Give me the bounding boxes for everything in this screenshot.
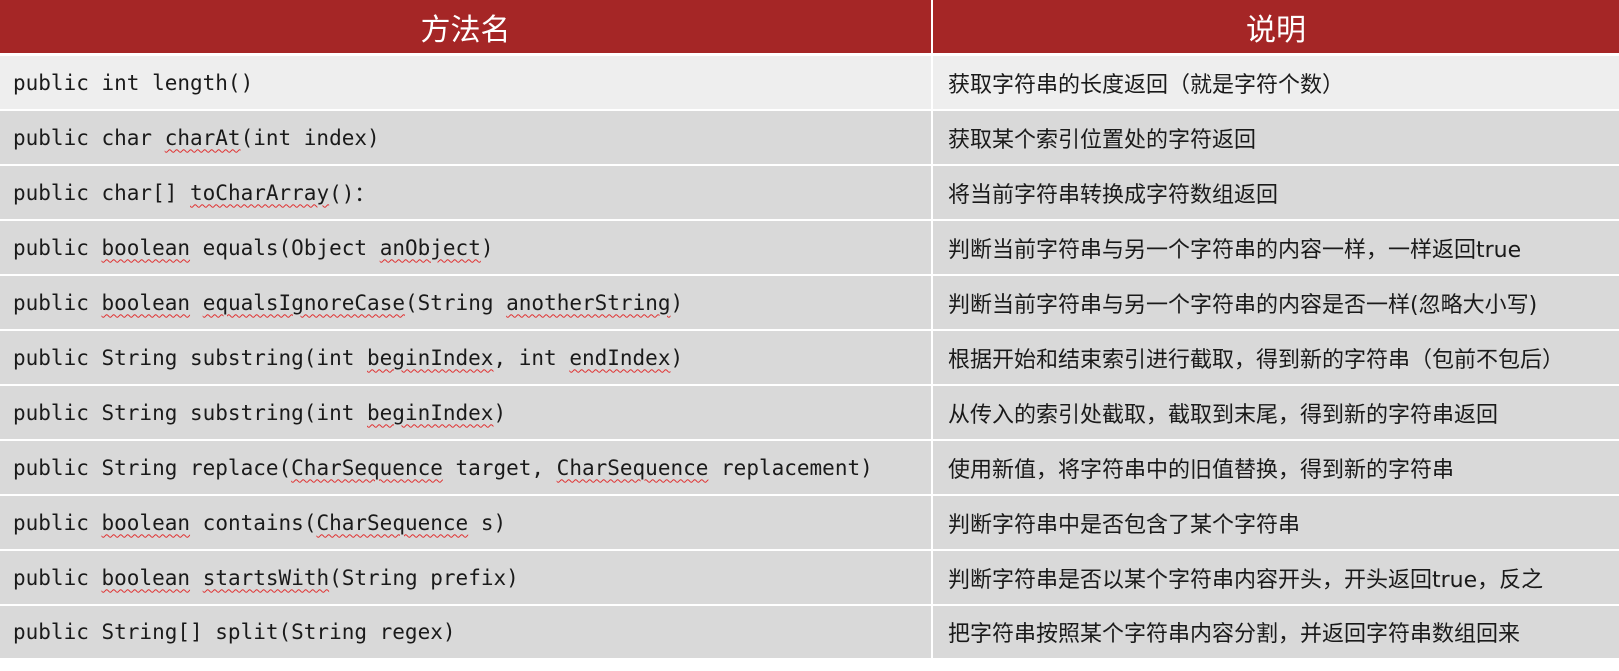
table-row: public String replace(CharSequence targe… <box>0 441 1619 496</box>
method-signature: public boolean contains(CharSequence s) <box>0 496 933 549</box>
method-signature: public String[] split(String regex) <box>0 606 933 658</box>
signature-token <box>190 566 203 590</box>
spellcheck-flagged-token: CharSequence <box>291 455 443 480</box>
table-row: public String[] split(String regex) 把字符串按… <box>0 606 1619 658</box>
signature-token: (int index) <box>240 125 380 150</box>
method-description: 使用新值，将字符串中的旧值替换，得到新的字符串 <box>948 457 1455 483</box>
signature-token: public String[] split(String regex) <box>13 620 456 644</box>
table-body: public int length() 获取字符串的长度返回（就是字符个数） pub… <box>0 56 1619 671</box>
signature-token: contains( <box>190 510 317 535</box>
signature-token: target, <box>442 455 557 480</box>
spellcheck-flagged-token: CharSequence <box>316 510 469 535</box>
method-signature: public String substring(int beginIndex) <box>0 386 933 439</box>
method-description: 获取字符串的长度返回（就是字符个数） <box>948 72 1345 98</box>
spellcheck-flagged-token: endIndex <box>569 345 671 370</box>
method-description: 判断当前字符串与另一个字符串的内容一样，一样返回true <box>948 237 1522 263</box>
table-row: public boolean equalsIgnoreCase (String a… <box>0 276 1619 331</box>
signature-token: public <box>13 510 102 535</box>
signature-token: replacement) <box>708 455 873 480</box>
method-description: 判断字符串是否以某个字符串内容开头，开头返回true，反之 <box>948 567 1544 593</box>
signature-token: public <box>13 565 102 590</box>
signature-token: public <box>13 290 102 315</box>
method-signature: public int length() <box>0 56 933 109</box>
table-row: public String substring(int beginIndex, … <box>0 331 1619 386</box>
spellcheck-flagged-token: boolean <box>101 565 191 590</box>
spellcheck-flagged-token: boolean <box>101 235 191 260</box>
signature-token: ) <box>493 400 507 425</box>
signature-token: equals(Object <box>190 235 380 260</box>
method-description: 判断当前字符串与另一个字符串的内容是否一样(忽略大小写) <box>948 292 1538 318</box>
method-signature: public boolean equals(Object anObject) <box>0 221 933 274</box>
spellcheck-flagged-token: startsWith <box>202 565 330 590</box>
signature-token: (String <box>404 290 507 315</box>
spellcheck-flagged-token: CharSequence <box>556 455 709 480</box>
method-description: 获取某个索引位置处的字符返回 <box>948 127 1257 153</box>
method-description: 判断字符串中是否包含了某个字符串 <box>948 512 1301 538</box>
spellcheck-flagged-token: boolean <box>101 290 191 315</box>
method-description: 把字符串按照某个字符串内容分割，并返回字符串数组回来 <box>948 622 1521 647</box>
spellcheck-flagged-token: anObject <box>379 235 481 260</box>
signature-token: public char <box>13 125 165 150</box>
method-signature: public String substring(int beginIndex, … <box>0 331 933 384</box>
signature-token: , int <box>493 345 570 370</box>
table-header: 方法名 说明 <box>0 0 1619 56</box>
signature-token: public String replace( <box>13 455 292 480</box>
signature-token: ) <box>670 290 684 315</box>
signature-token: ) <box>480 235 494 260</box>
spellcheck-flagged-token: charAt <box>164 125 241 150</box>
method-description: 将当前字符串转换成字符数组返回 <box>948 182 1279 208</box>
table-row: public String substring(int beginIndex) 从… <box>0 386 1619 441</box>
table-row: public char[] toCharArray ()： 将当前字符串转换成字符数… <box>0 166 1619 221</box>
table-row: public boolean contains(CharSequence s) 判… <box>0 496 1619 551</box>
method-signature: public char charAt (int index) <box>0 111 933 164</box>
signature-token: ()： <box>329 181 376 206</box>
string-methods-table: 方法名 说明 public int length() 获取字符串的长度返回（就是字… <box>0 0 1619 671</box>
signature-token: public String substring(int <box>13 400 368 425</box>
table-row: public int length() 获取字符串的长度返回（就是字符个数） <box>0 56 1619 111</box>
signature-token: (String prefix) <box>329 565 519 590</box>
signature-token: s) <box>468 510 507 535</box>
method-signature: public char[] toCharArray ()： <box>0 166 933 219</box>
signature-token: public int length() <box>13 70 254 95</box>
method-signature: public boolean startsWith (String prefix) <box>0 551 933 604</box>
method-description: 从传入的索引处截取，截取到末尾，得到新的字符串返回 <box>948 402 1499 428</box>
method-signature: public boolean equalsIgnoreCase (String a… <box>0 276 933 329</box>
table-row: public char charAt (int index) 获取某个索引位置处的字… <box>0 111 1619 166</box>
spellcheck-flagged-token: anotherString <box>506 290 671 315</box>
table-row: public boolean startsWith (String prefix)… <box>0 551 1619 606</box>
method-signature: public String replace(CharSequence targe… <box>0 441 933 494</box>
table-row: public boolean equals(Object anObject) 判断… <box>0 221 1619 276</box>
signature-token: public String substring(int <box>13 345 368 370</box>
signature-token <box>190 291 203 315</box>
spellcheck-flagged-token: toCharArray <box>190 180 330 205</box>
header-description: 说明 <box>1246 12 1306 48</box>
spellcheck-flagged-token: equalsIgnoreCase <box>202 290 405 315</box>
spellcheck-flagged-token: beginIndex <box>367 345 494 370</box>
spellcheck-flagged-token: beginIndex <box>367 400 494 425</box>
signature-token: public char[] <box>13 180 191 205</box>
method-description: 根据开始和结束索引进行截取，得到新的字符串（包前不包后） <box>948 347 1565 373</box>
signature-token: public <box>13 235 102 260</box>
header-method-name: 方法名 <box>0 0 933 53</box>
signature-token: ) <box>670 345 684 370</box>
spellcheck-flagged-token: boolean <box>101 510 191 535</box>
